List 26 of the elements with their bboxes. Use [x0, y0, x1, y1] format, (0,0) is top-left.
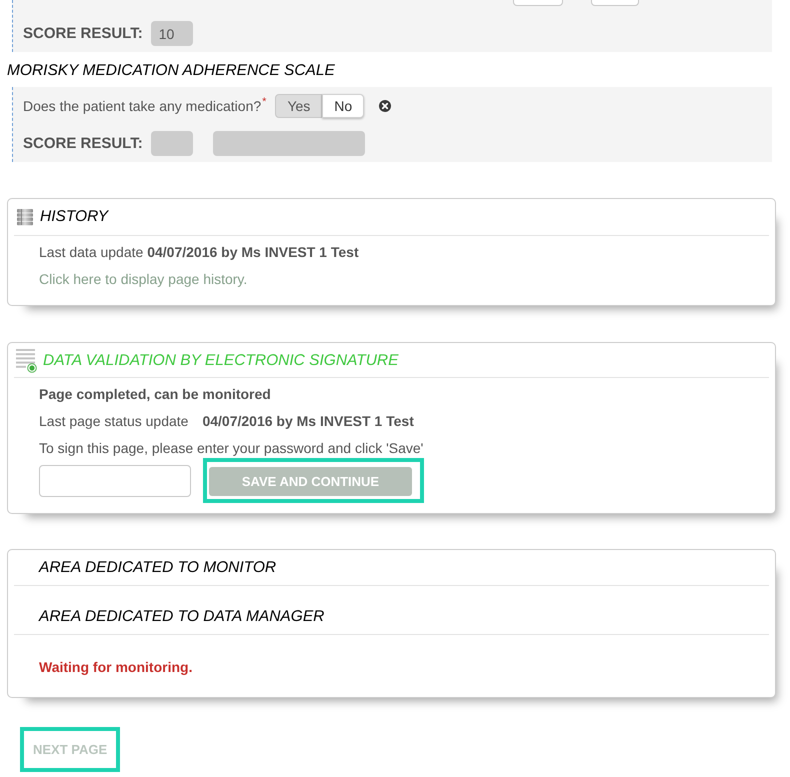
input-field[interactable] — [513, 0, 563, 6]
option-toggle[interactable]: Yes — [275, 94, 322, 118]
password-field[interactable] — [39, 464, 191, 496]
option-toggle[interactable]: No — [322, 94, 364, 118]
score-label: SCORE RESULT: — [23, 135, 143, 152]
status-update-value: 04/07/2016 by Ms INVEST 1 Test — [202, 412, 414, 431]
question-label: Does the patient take any medication? — [23, 98, 262, 114]
card-title: DATA VALIDATION BY ELECTRONIC SIGNATURE — [43, 350, 398, 370]
required-mark: * — [262, 96, 266, 108]
score-field: 10 — [150, 21, 193, 46]
score-label: SCORE RESULT: — [23, 25, 143, 42]
input-field[interactable] — [591, 0, 639, 6]
area-title: AREA DEDICATED TO MONITOR — [39, 558, 276, 578]
area-title: AREA DEDICATED TO DATA MANAGER — [39, 607, 324, 627]
list-dot-icon — [16, 348, 37, 373]
stacked-bars-icon — [16, 208, 34, 226]
instruction-text: To sign this page, please enter your password and click 'Save' — [39, 439, 424, 458]
section-title: MORISKY MEDICATION ADHERENCE SCALE — [7, 61, 335, 81]
history-link[interactable]: Click here to display page history. — [39, 269, 248, 289]
status-update-label: Last page status update — [39, 412, 188, 431]
last-update-text: Last data update 04/07/2016 by Ms INVEST 1 Test — [39, 243, 360, 262]
monitoring-status: Waiting for monitoring. — [38, 658, 194, 677]
status-text: Page completed, can be monitored — [39, 385, 272, 404]
clear-icon[interactable] — [379, 100, 392, 112]
card-title: HISTORY — [40, 207, 108, 227]
score-field — [150, 131, 193, 156]
